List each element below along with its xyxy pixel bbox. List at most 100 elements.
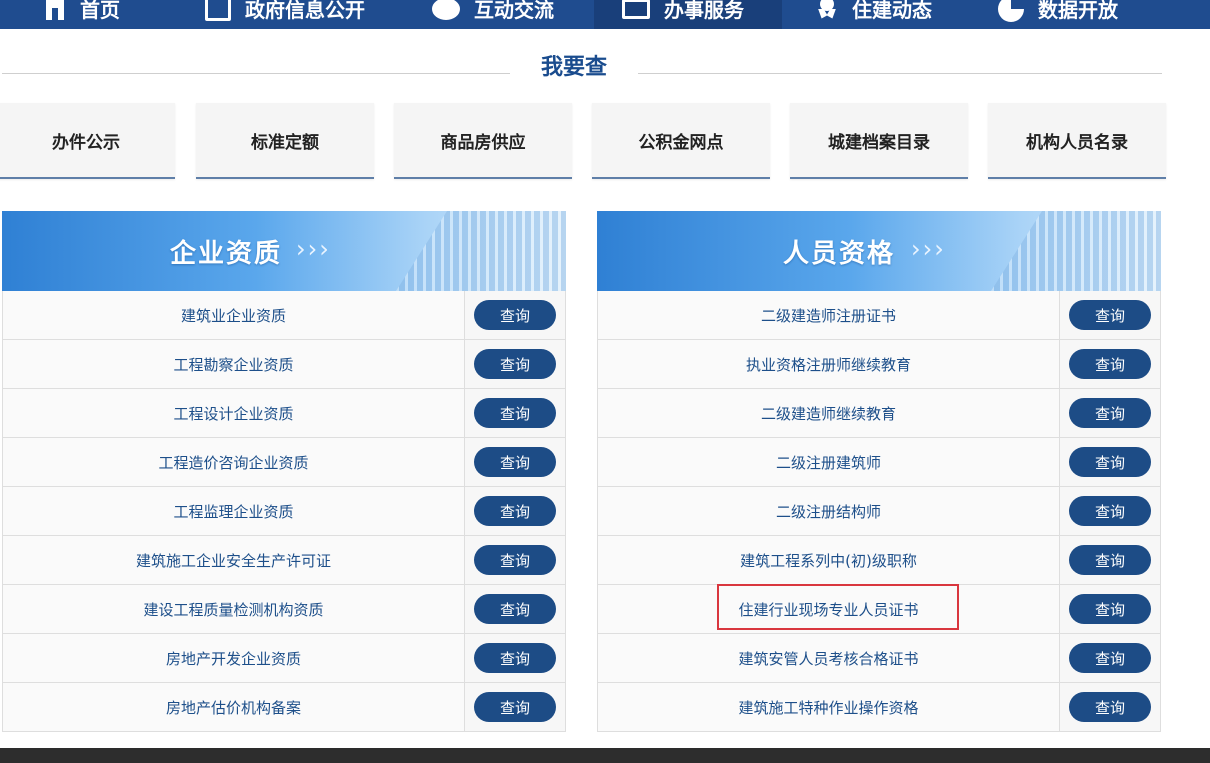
query-button[interactable]: 查询	[474, 447, 556, 477]
nav-item-news[interactable]: 住建动态	[816, 0, 932, 29]
top-navigation: 首页 政府信息公开 互动交流 办事服务 住建动态 数据开放	[0, 0, 1210, 29]
action-cell: 查询	[464, 585, 565, 633]
list-item: 二级注册结构师 查询	[598, 487, 1160, 536]
panel-header: 人员资格 ›››	[597, 211, 1161, 291]
query-button[interactable]: 查询	[1069, 349, 1151, 379]
section-divider-right	[638, 73, 1162, 74]
list-item-label[interactable]: 建筑业企业资质	[3, 291, 464, 339]
quick-link-org-directory[interactable]: 机构人员名录	[988, 103, 1166, 179]
quick-link-standard-quota[interactable]: 标准定额	[196, 103, 374, 179]
chat-icon	[432, 0, 460, 20]
list-item-label[interactable]: 二级注册结构师	[598, 487, 1059, 535]
section-title: 我要查	[540, 55, 607, 80]
query-button[interactable]: 查询	[474, 398, 556, 428]
quick-link-housing-supply[interactable]: 商品房供应	[394, 103, 572, 179]
list-item-label[interactable]: 建设工程质量检测机构资质	[3, 585, 464, 633]
query-button[interactable]: 查询	[1069, 447, 1151, 477]
document-icon	[205, 0, 231, 21]
action-cell: 查询	[1059, 291, 1160, 339]
query-button[interactable]: 查询	[1069, 300, 1151, 330]
nav-label: 首页	[80, 0, 120, 22]
panel-header: 企业资质 ›››	[2, 211, 566, 291]
list-item-label[interactable]: 建筑工程系列中(初)级职称	[598, 536, 1059, 584]
query-button[interactable]: 查询	[474, 496, 556, 526]
section-divider-left	[2, 73, 510, 74]
query-button[interactable]: 查询	[1069, 496, 1151, 526]
highlight-box	[717, 584, 959, 630]
nav-label: 数据开放	[1038, 0, 1118, 22]
query-button[interactable]: 查询	[1069, 398, 1151, 428]
personnel-qualification-panel: 人员资格 ››› 二级建造师注册证书 查询 执业资格注册师继续教育 查询 二级建造师…	[597, 211, 1161, 732]
list-item: 工程勘察企业资质 查询	[3, 340, 565, 389]
panel-title: 企业资质	[170, 239, 283, 269]
query-button[interactable]: 查询	[474, 594, 556, 624]
action-cell: 查询	[1059, 438, 1160, 486]
list-item-label[interactable]: 二级建造师注册证书	[598, 291, 1059, 339]
nav-label: 政府信息公开	[245, 0, 365, 22]
personnel-list: 二级建造师注册证书 查询 执业资格注册师继续教育 查询 二级建造师继续教育 查询 二级…	[597, 291, 1161, 732]
list-item: 建筑施工特种作业操作资格 查询	[598, 683, 1160, 732]
award-icon	[816, 0, 838, 21]
list-item-label[interactable]: 二级注册建筑师	[598, 438, 1059, 486]
list-item: 建设工程质量检测机构资质 查询	[3, 585, 565, 634]
query-button[interactable]: 查询	[474, 300, 556, 330]
enterprise-list: 建筑业企业资质 查询 工程勘察企业资质 查询 工程设计企业资质 查询 工程造价咨询企业…	[2, 291, 566, 732]
query-button[interactable]: 查询	[474, 692, 556, 722]
action-cell: 查询	[464, 487, 565, 535]
quick-link-archives[interactable]: 城建档案目录	[790, 103, 968, 179]
query-button[interactable]: 查询	[1069, 692, 1151, 722]
list-item: 房地产开发企业资质 查询	[3, 634, 565, 683]
nav-item-open-data[interactable]: 数据开放	[998, 0, 1118, 29]
list-item-label[interactable]: 工程造价咨询企业资质	[3, 438, 464, 486]
list-item-label[interactable]: 建筑安管人员考核合格证书	[598, 634, 1059, 682]
list-item: 工程造价咨询企业资质 查询	[3, 438, 565, 487]
query-button[interactable]: 查询	[474, 545, 556, 575]
building-decoration	[396, 211, 566, 291]
action-cell: 查询	[464, 291, 565, 339]
action-cell: 查询	[464, 536, 565, 584]
query-button[interactable]: 查询	[474, 643, 556, 673]
panel-title: 人员资格	[783, 239, 896, 269]
nav-item-services[interactable]: 办事服务	[594, 0, 782, 29]
action-cell: 查询	[1059, 389, 1160, 437]
list-item-label[interactable]: 房地产开发企业资质	[3, 634, 464, 682]
list-item: 工程监理企业资质 查询	[3, 487, 565, 536]
action-cell: 查询	[1059, 585, 1160, 633]
action-cell: 查询	[464, 340, 565, 388]
list-item: 执业资格注册师继续教育 查询	[598, 340, 1160, 389]
action-cell: 查询	[1059, 683, 1160, 731]
query-button[interactable]: 查询	[1069, 643, 1151, 673]
quick-link-fund-outlets[interactable]: 公积金网点	[592, 103, 770, 179]
list-item-label[interactable]: 执业资格注册师继续教育	[598, 340, 1059, 388]
list-item: 工程设计企业资质 查询	[3, 389, 565, 438]
list-item-label[interactable]: 建筑施工企业安全生产许可证	[3, 536, 464, 584]
nav-label: 互动交流	[474, 0, 554, 22]
action-cell: 查询	[464, 634, 565, 682]
query-button[interactable]: 查询	[1069, 545, 1151, 575]
list-item: 建筑业企业资质 查询	[3, 291, 565, 340]
list-item-label[interactable]: 二级建造师继续教育	[598, 389, 1059, 437]
chevron-right-icon: ›››	[296, 235, 331, 263]
list-item: 二级注册建筑师 查询	[598, 438, 1160, 487]
action-cell: 查询	[464, 683, 565, 731]
list-item-label[interactable]: 房地产估价机构备案	[3, 683, 464, 731]
nav-item-home[interactable]: 首页	[44, 0, 120, 29]
list-item-label[interactable]: 工程勘察企业资质	[3, 340, 464, 388]
query-button[interactable]: 查询	[474, 349, 556, 379]
list-item: 建筑安管人员考核合格证书 查询	[598, 634, 1160, 683]
home-icon	[44, 0, 66, 20]
nav-item-interaction[interactable]: 互动交流	[432, 0, 554, 29]
query-button[interactable]: 查询	[1069, 594, 1151, 624]
action-cell: 查询	[1059, 536, 1160, 584]
nav-item-gov-info[interactable]: 政府信息公开	[205, 0, 365, 29]
pie-chart-icon	[998, 0, 1024, 22]
list-item-label[interactable]: 工程监理企业资质	[3, 487, 464, 535]
list-item: 二级建造师注册证书 查询	[598, 291, 1160, 340]
list-item-label[interactable]: 工程设计企业资质	[3, 389, 464, 437]
list-item: 建筑施工企业安全生产许可证 查询	[3, 536, 565, 585]
quick-link-case-publicity[interactable]: 办件公示	[0, 103, 175, 179]
list-item: 房地产估价机构备案 查询	[3, 683, 565, 732]
nav-label: 办事服务	[664, 0, 744, 22]
action-cell: 查询	[464, 389, 565, 437]
list-item-label[interactable]: 建筑施工特种作业操作资格	[598, 683, 1059, 731]
